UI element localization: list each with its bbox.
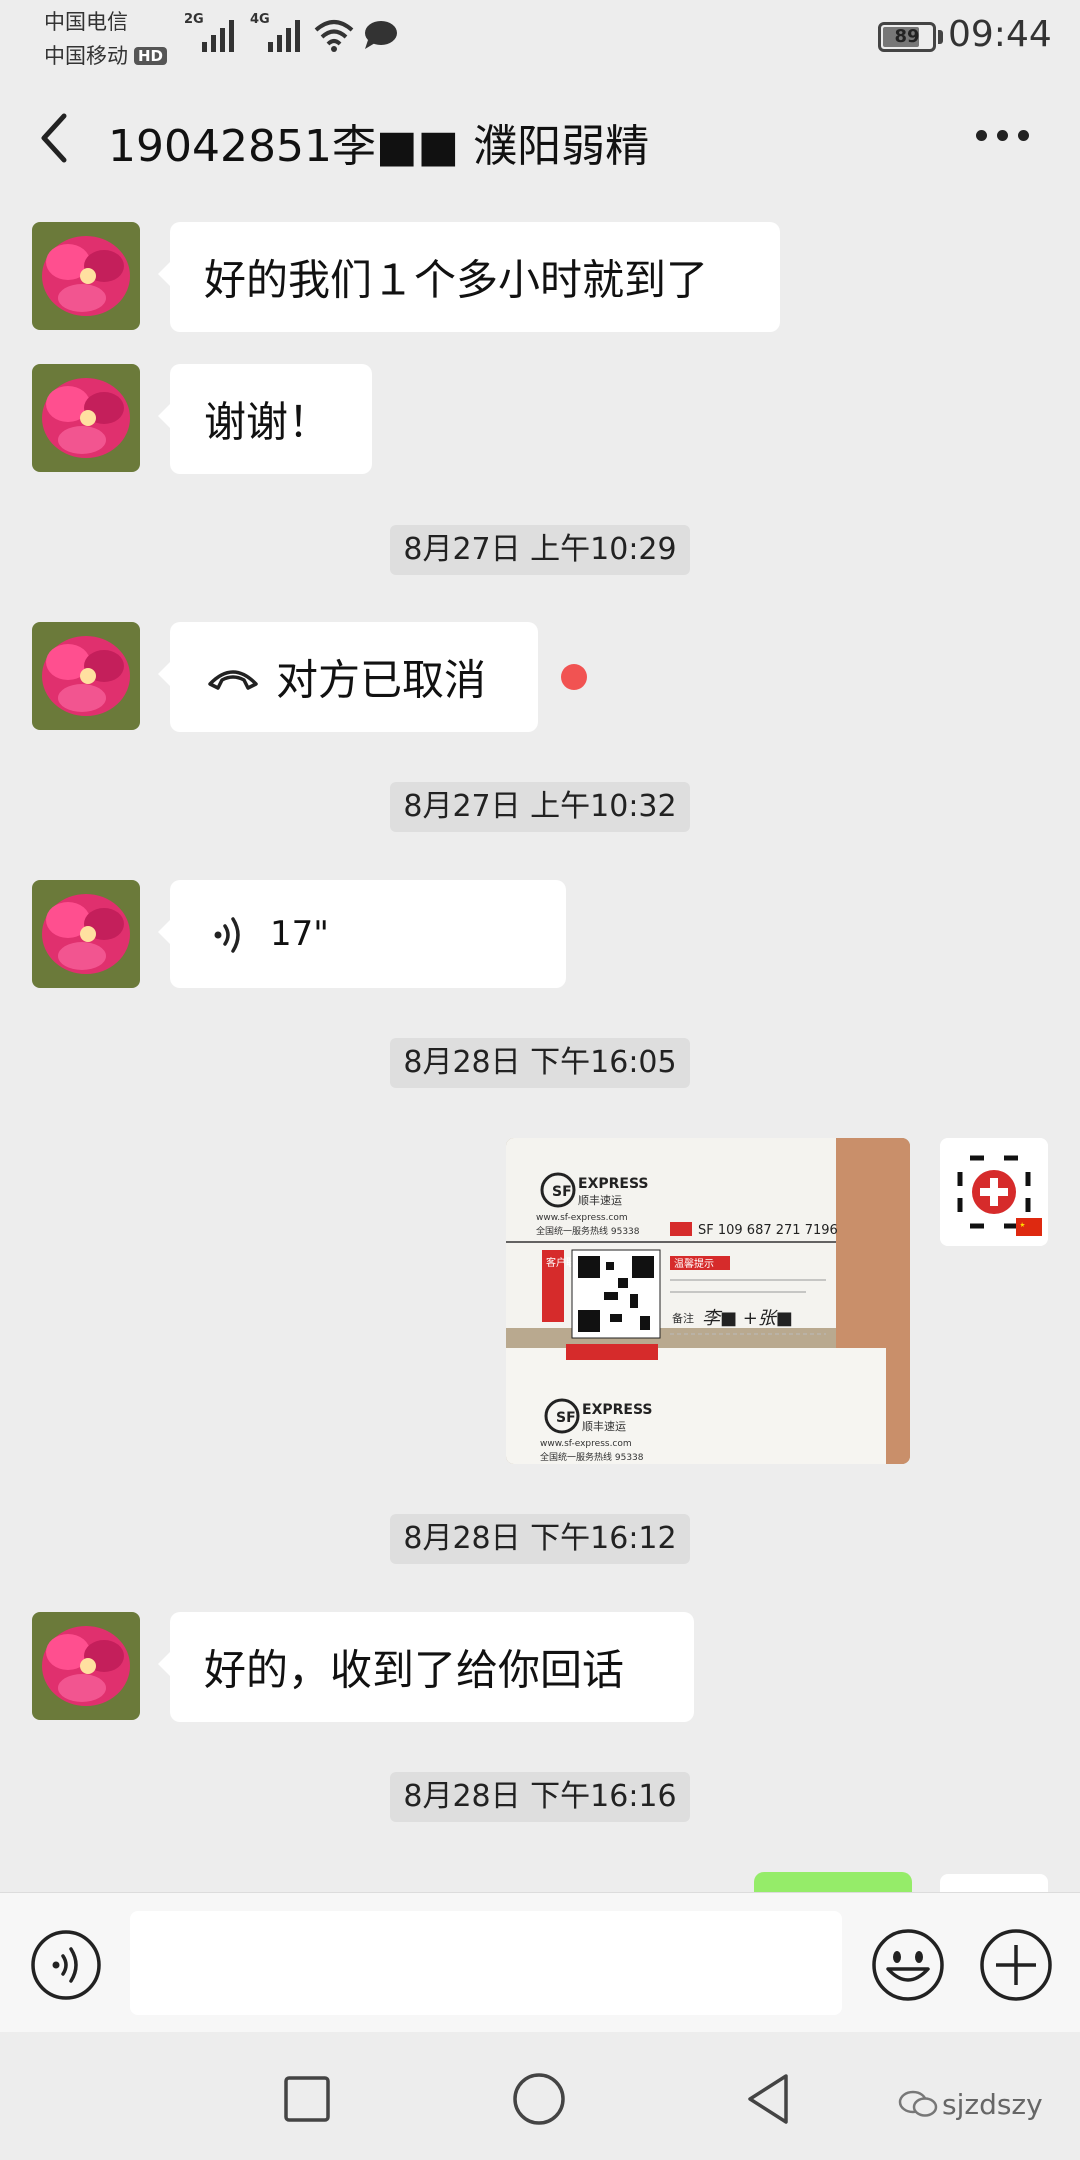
message-bubble[interactable]: 好的我们１个多小时就到了 [158, 222, 780, 332]
outgoing-bubble-partial[interactable] [754, 1872, 912, 1892]
emoji-icon[interactable] [870, 1927, 946, 2003]
input-bar [0, 1892, 1080, 2032]
waybill-brand-cn-2: 顺丰速运 [582, 1420, 626, 1433]
sent-photo-message[interactable]: SF EXPRESS 顺丰速运 www.sf-express.com 全国统一服… [506, 1138, 910, 1464]
my-avatar-partial [940, 1874, 1048, 1892]
battery-level: 89 [894, 26, 920, 47]
waybill-hotline-2: 全国统一服务热线 95338 [540, 1451, 644, 1463]
waybill-note-handwriting: 李■ +张■ [702, 1308, 793, 1329]
flower-avatar-image [32, 1612, 140, 1720]
more-dots-icon[interactable] [976, 130, 1030, 144]
plus-icon[interactable] [978, 1927, 1054, 2003]
phone-hangup-icon [208, 670, 258, 690]
flower-avatar-image [32, 222, 140, 330]
recent-apps-icon[interactable] [284, 2076, 330, 2122]
svg-text:SF: SF [556, 1410, 576, 1426]
hd-badge: HD [134, 47, 168, 65]
voice-message-bubble[interactable]: 17" [158, 880, 566, 988]
carrier-2-text: 中国移动 [44, 44, 128, 68]
unread-dot [561, 664, 587, 690]
waybill-number: SF 109 687 271 7196 [698, 1223, 838, 1238]
waybill-site: www.sf-express.com [536, 1213, 628, 1223]
watermark: sjzdszy [898, 2088, 1043, 2121]
waybill-brand-2: EXPRESS [582, 1402, 653, 1418]
timestamp: 8月27日 上午10:32 [390, 782, 690, 832]
my-avatar[interactable] [940, 1138, 1048, 1246]
battery-tip [938, 30, 943, 44]
flower-avatar-image [32, 880, 140, 988]
carrier-2-label: 中国移动 HD [44, 40, 168, 70]
timestamp: 8月28日 下午16:05 [390, 1038, 690, 1088]
voice-wave-icon [214, 917, 240, 953]
message-notification-icon [365, 21, 397, 49]
signal-1-label: 2G [184, 12, 204, 27]
contact-avatar[interactable] [32, 222, 140, 330]
contact-avatar[interactable] [32, 622, 140, 730]
message-input[interactable] [130, 1911, 842, 2015]
waybill-site-2: www.sf-express.com [540, 1439, 632, 1449]
svg-text:SF: SF [552, 1184, 572, 1200]
watermark-text: sjzdszy [942, 2088, 1043, 2121]
flower-avatar-image [32, 364, 140, 472]
message-text: 好的，收到了给你回话 [204, 1645, 625, 1695]
call-bubble[interactable]: 对方已取消 [158, 622, 538, 732]
contact-avatar[interactable] [32, 880, 140, 988]
timestamp: 8月27日 上午10:29 [390, 525, 690, 575]
waybill-brand: EXPRESS [578, 1176, 649, 1192]
chat-title: 19042851李■■ 濮阳弱精 [108, 121, 650, 172]
message-bubble[interactable]: 谢谢！ [158, 364, 372, 474]
message-text: 好的我们１个多小时就到了 [204, 255, 709, 305]
voice-duration: 17" [270, 914, 329, 954]
battery-icon: 89 [878, 22, 936, 52]
signal-2-label: 4G [250, 12, 270, 27]
flower-avatar-image [32, 622, 140, 730]
wifi-icon [314, 20, 354, 52]
contact-avatar[interactable] [32, 364, 140, 472]
waybill-warning: 温馨提示 [674, 1257, 714, 1270]
chat-header: 19042851李■■ 濮阳弱精 [0, 80, 1080, 190]
status-bar: 中国电信 中国移动 HD 2G 4G 89 09:44 [0, 0, 1080, 70]
call-status-text: 对方已取消 [276, 655, 487, 705]
nav-back-icon[interactable] [744, 2072, 792, 2126]
express-waybill-photo: SF EXPRESS 顺丰速运 www.sf-express.com 全国统一服… [506, 1138, 910, 1464]
waybill-brand-cn: 顺丰速运 [578, 1194, 622, 1207]
message-bubble[interactable]: 好的，收到了给你回话 [158, 1612, 694, 1722]
carrier-1-label: 中国电信 [44, 10, 128, 34]
system-nav-bar: sjzdszy [0, 2032, 1080, 2160]
chevron-left-icon[interactable] [34, 108, 74, 168]
home-icon[interactable] [512, 2072, 566, 2126]
voice-mode-icon[interactable] [30, 1929, 102, 2001]
timestamp: 8月28日 下午16:16 [390, 1772, 690, 1822]
contact-avatar[interactable] [32, 1612, 140, 1720]
clock: 09:44 [948, 14, 1052, 55]
wechat-logo-icon [898, 2090, 938, 2117]
message-text: 谢谢！ [204, 397, 331, 447]
waybill-note-label: 备注 [672, 1311, 694, 1325]
waybill-hotline: 全国统一服务热线 95338 [536, 1225, 640, 1237]
clinic-logo-avatar [940, 1138, 1048, 1246]
timestamp: 8月28日 下午16:12 [390, 1514, 690, 1564]
